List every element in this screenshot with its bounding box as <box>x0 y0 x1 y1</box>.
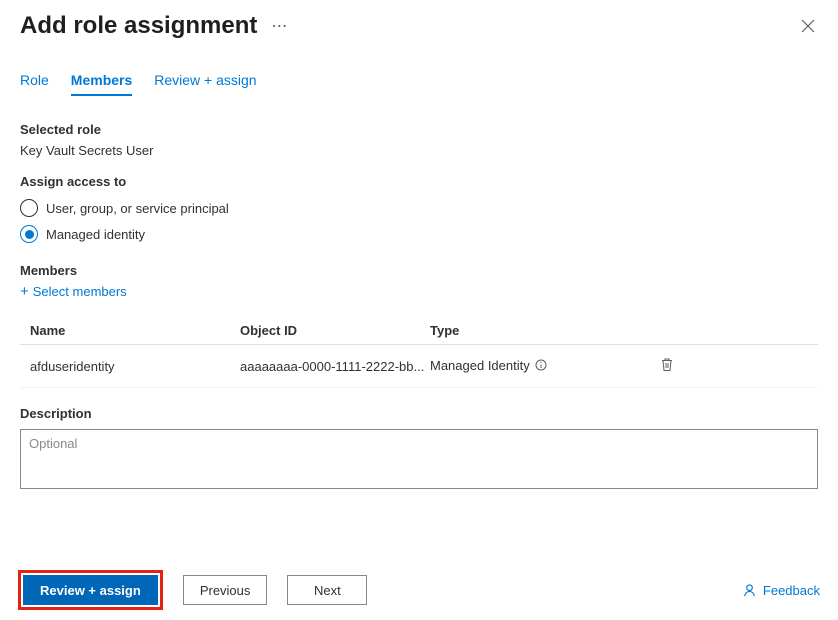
col-header-object-id: Object ID <box>240 323 430 338</box>
cell-object-id: aaaaaaaa-0000-1111-2222-bb... <box>240 359 430 374</box>
col-header-type: Type <box>430 323 640 338</box>
selected-role-value: Key Vault Secrets User <box>20 143 818 158</box>
review-assign-highlight: Review + assign <box>18 570 163 610</box>
radio-managed-identity[interactable]: Managed identity <box>20 221 818 247</box>
close-icon <box>801 19 815 33</box>
radio-managed-identity-label: Managed identity <box>46 227 145 242</box>
close-button[interactable] <box>798 16 818 36</box>
more-options-button[interactable]: ⋯ <box>271 16 288 36</box>
description-label: Description <box>20 406 818 421</box>
tab-members[interactable]: Members <box>71 72 132 96</box>
tab-role[interactable]: Role <box>20 72 49 96</box>
description-input[interactable] <box>20 429 818 489</box>
assign-access-radio-group: User, group, or service principal Manage… <box>20 195 818 247</box>
selected-role-label: Selected role <box>20 122 818 137</box>
select-members-link[interactable]: + Select members <box>20 284 127 299</box>
select-members-label: Select members <box>33 284 127 299</box>
radio-user-group-label: User, group, or service principal <box>46 201 229 216</box>
trash-icon <box>660 357 674 372</box>
page-title: Add role assignment <box>20 12 257 40</box>
previous-button[interactable]: Previous <box>183 575 268 605</box>
delete-row-button[interactable] <box>660 360 674 375</box>
radio-user-group[interactable]: User, group, or service principal <box>20 195 818 221</box>
review-assign-button[interactable]: Review + assign <box>23 575 158 605</box>
tab-bar: Role Members Review + assign <box>0 48 838 96</box>
tab-review[interactable]: Review + assign <box>154 72 256 96</box>
members-table: Name Object ID Type afduseridentity aaaa… <box>20 323 818 388</box>
cell-type: Managed Identity <box>430 358 640 374</box>
feedback-link[interactable]: Feedback <box>742 583 820 598</box>
table-row: afduseridentity aaaaaaaa-0000-1111-2222-… <box>20 345 818 388</box>
cell-name: afduseridentity <box>20 359 240 374</box>
radio-icon <box>20 225 38 243</box>
info-icon[interactable] <box>535 359 547 374</box>
radio-icon <box>20 199 38 217</box>
feedback-icon <box>742 583 757 598</box>
assign-access-label: Assign access to <box>20 174 818 189</box>
members-label: Members <box>20 263 818 278</box>
table-header-row: Name Object ID Type <box>20 323 818 345</box>
feedback-label: Feedback <box>763 583 820 598</box>
col-header-name: Name <box>20 323 240 338</box>
next-button[interactable]: Next <box>287 575 367 605</box>
plus-icon: + <box>20 284 29 299</box>
